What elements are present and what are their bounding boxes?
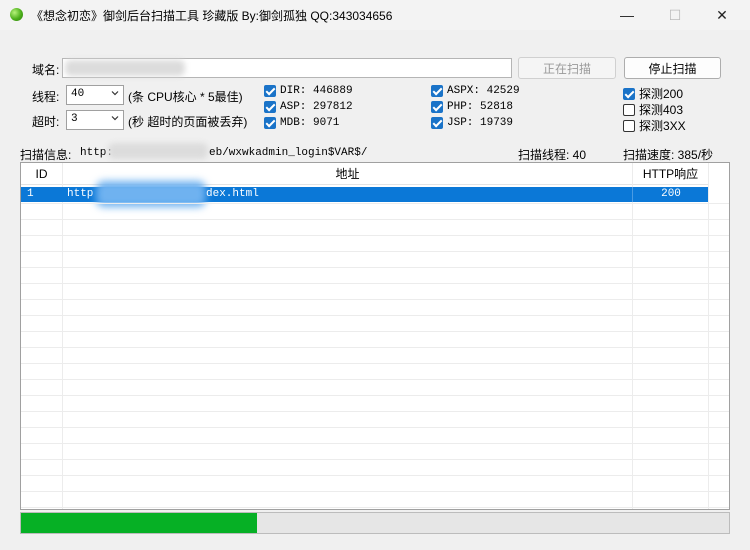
threads-hint: (条 CPU核心 * 5最佳) <box>128 90 243 104</box>
probe-label: 探测200 <box>639 87 684 101</box>
dict-checkbox-mdb[interactable]: MDB: 9071 <box>264 117 339 129</box>
threads-select[interactable]: 40 <box>66 85 124 105</box>
dict-checkbox-aspx[interactable]: ASPX: 42529 <box>431 85 520 97</box>
dict-label: ASP: 297812 <box>280 101 353 113</box>
dict-label: ASPX: 42529 <box>447 85 520 97</box>
grid-line <box>21 299 729 300</box>
grid-line <box>21 379 729 380</box>
grid-line <box>21 395 729 396</box>
progress-fill <box>21 513 257 533</box>
grid-line <box>21 427 729 428</box>
dict-label: DIR: 446889 <box>280 85 353 97</box>
probe-checkbox-200[interactable]: 探测200 <box>623 85 683 102</box>
checkbox-unchecked-icon <box>623 119 635 132</box>
grid-line <box>21 507 729 508</box>
grid-line <box>21 491 729 492</box>
dict-label: PHP: 52818 <box>447 101 514 113</box>
grid-line <box>21 331 729 332</box>
results-list[interactable]: ID 地址 HTTP响应 1 http dex.html 200 <box>20 162 730 510</box>
checkbox-checked-icon <box>264 117 276 129</box>
maximize-button[interactable]: ☐ <box>652 0 698 30</box>
checkbox-checked-icon <box>431 85 443 97</box>
grid-line <box>632 163 633 509</box>
probe-label: 探测3XX <box>639 119 686 133</box>
probe-checkbox-403[interactable]: 探测403 <box>623 101 683 118</box>
row-http-code: 200 <box>661 188 681 200</box>
checkbox-checked-icon <box>431 101 443 113</box>
timeout-select[interactable]: 3 <box>66 110 124 130</box>
grid-line <box>708 163 709 509</box>
window-title: 《想念初恋》御剑后台扫描工具 珍藏版 By:御剑孤独 QQ:343034656 <box>31 9 393 23</box>
checkbox-checked-icon <box>264 101 276 113</box>
probe-checkbox-3xx[interactable]: 探测3XX <box>623 117 686 134</box>
scan-info-suffix: eb/wxwkadmin_login$VAR$/ <box>209 147 368 159</box>
row-url-prefix: http <box>67 188 94 200</box>
domain-input[interactable] <box>62 58 512 78</box>
redaction-blur <box>108 143 208 159</box>
grid-line <box>21 251 729 252</box>
grid-line <box>21 203 729 204</box>
stop-scan-button[interactable]: 停止扫描 <box>624 57 721 79</box>
close-button[interactable]: ✕ <box>699 0 745 30</box>
grid-line <box>21 283 729 284</box>
grid-line <box>21 475 729 476</box>
threads-value: 40 <box>71 88 85 100</box>
checkbox-checked-icon <box>623 87 635 100</box>
checkbox-checked-icon <box>264 85 276 97</box>
column-header-http[interactable]: HTTP响应 <box>633 163 709 185</box>
scan-speed-status: 扫描速度: 385/秒 <box>623 148 714 162</box>
scan-info-label: 扫描信息: <box>20 148 72 162</box>
grid-line <box>21 219 729 220</box>
app-icon <box>10 8 23 21</box>
grid-line <box>21 443 729 444</box>
grid-line <box>21 267 729 268</box>
dict-checkbox-asp[interactable]: ASP: 297812 <box>264 101 353 113</box>
scanning-button[interactable]: 正在扫描 <box>518 57 616 79</box>
grid-line <box>21 235 729 236</box>
row-url-suffix: dex.html <box>206 188 259 200</box>
dict-checkbox-jsp[interactable]: JSP: 19739 <box>431 117 513 129</box>
timeout-value: 3 <box>71 113 78 125</box>
dict-checkbox-dir[interactable]: DIR: 446889 <box>264 85 353 97</box>
timeout-label: 超时: <box>32 115 60 129</box>
row-id: 1 <box>27 188 34 200</box>
grid-line <box>21 347 729 348</box>
title-bar: 《想念初恋》御剑后台扫描工具 珍藏版 By:御剑孤独 QQ:343034656 … <box>0 0 750 30</box>
grid-line <box>21 459 729 460</box>
threads-label: 线程: <box>32 90 60 104</box>
column-header-id[interactable]: ID <box>21 163 63 185</box>
chevron-down-icon <box>111 91 119 96</box>
scan-threads-status: 扫描线程: 40 <box>518 148 587 162</box>
dict-label: MDB: 9071 <box>280 117 340 129</box>
checkbox-checked-icon <box>431 117 443 129</box>
grid-line <box>21 315 729 316</box>
scan-progress-bar <box>20 512 730 534</box>
probe-label: 探测403 <box>639 103 684 117</box>
dict-checkbox-php[interactable]: PHP: 52818 <box>431 101 513 113</box>
grid-line <box>62 163 63 509</box>
timeout-hint: (秒 超时的页面被丢弃) <box>128 115 248 129</box>
grid-line <box>21 411 729 412</box>
dict-label: JSP: 19739 <box>447 117 514 129</box>
checkbox-unchecked-icon <box>623 103 635 116</box>
table-row[interactable]: 1 http dex.html 200 <box>21 181 708 207</box>
minimize-button[interactable]: — <box>604 0 650 30</box>
domain-label: 域名: <box>32 63 60 77</box>
redaction-blur <box>65 60 185 76</box>
grid-line <box>21 363 729 364</box>
chevron-down-icon <box>111 116 119 121</box>
